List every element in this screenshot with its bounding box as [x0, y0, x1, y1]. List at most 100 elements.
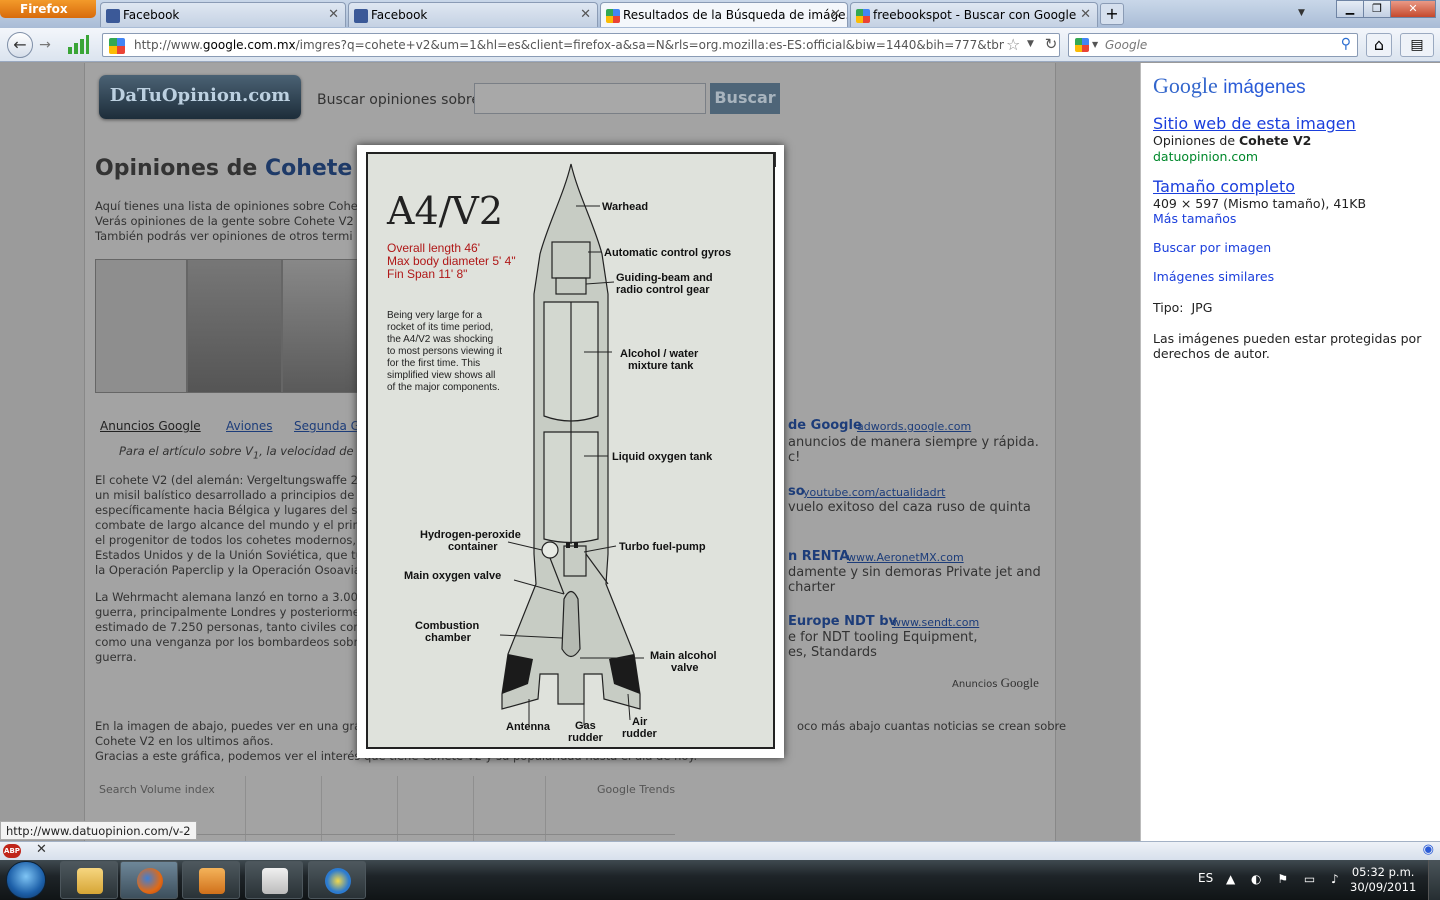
media-taskbar-button[interactable]	[182, 861, 240, 899]
paragraph-line: la Operación Paperclip y la Operación Os…	[95, 563, 368, 577]
description-line: of the major components.	[387, 382, 500, 393]
back-button[interactable]: ←	[7, 32, 33, 58]
clock[interactable]: 05:32 p.m. 30/09/2011	[1350, 865, 1416, 895]
label-alcohol-tank: mixture tank	[628, 360, 694, 372]
forward-button[interactable]: →	[35, 36, 55, 54]
chart-label: Google Trends	[597, 783, 676, 796]
grid-line	[545, 776, 546, 841]
similar-images-link[interactable]: Imágenes similares	[1153, 269, 1274, 284]
label-turbo: Turbo fuel-pump	[619, 541, 706, 553]
reload-icon[interactable]: ↻	[1041, 35, 1061, 55]
close-tab-icon[interactable]: ✕	[830, 7, 841, 22]
list-all-tabs-icon[interactable]: ▼	[1298, 8, 1305, 18]
chevron-down-icon[interactable]: ▼	[1092, 40, 1098, 49]
label-h2o2: container	[448, 541, 498, 553]
tab-freebookspot[interactable]: freebookspot - Buscar con Google ✕	[850, 2, 1098, 27]
label-gas-rudder: Gas	[575, 720, 596, 732]
language-indicator[interactable]: ES	[1198, 871, 1213, 885]
thumbnail-photo[interactable]	[282, 259, 358, 393]
search-bar[interactable]: ▼ Google ⚲	[1068, 33, 1358, 57]
status-url: http://www.datuopinion.com/v-2	[0, 821, 197, 840]
search-icon[interactable]: ⚲	[1341, 36, 1351, 52]
ad-url[interactable]: www.sendt.com	[892, 616, 979, 629]
aviones-link[interactable]: Aviones	[226, 419, 273, 433]
minimize-button[interactable]: ▁	[1336, 0, 1364, 18]
bookmark-star-icon[interactable]: ☆	[1006, 35, 1020, 54]
grid-line	[397, 776, 398, 841]
site-link[interactable]: Sitio web de esta imagen	[1153, 114, 1356, 133]
label-combustion: Combustion	[415, 620, 479, 632]
chart-label: Search Volume index	[99, 783, 215, 796]
url-text[interactable]: http://www.google.com.mx/imgres?q=cohete…	[134, 38, 1004, 52]
site-identity-icon[interactable]	[109, 38, 125, 54]
app-taskbar-button[interactable]	[308, 861, 366, 899]
search-engine-icon[interactable]	[1075, 38, 1089, 52]
description-line: rocket of its time period,	[387, 322, 493, 333]
facebook-icon	[354, 9, 368, 23]
home-button[interactable]: ⌂	[1366, 33, 1392, 57]
firefox-menu-button[interactable]: Firefox	[0, 0, 96, 18]
full-size-link[interactable]: Tamaño completo	[1153, 177, 1295, 196]
firefox-taskbar-button[interactable]	[120, 861, 178, 899]
label-oxygen-valve: Main oxygen valve	[404, 570, 501, 582]
ad-url[interactable]: adwords.google.com	[857, 420, 971, 433]
system-tray[interactable]: ▲ ◐ ⚑ ▭ ♪	[1226, 872, 1345, 886]
close-tab-icon[interactable]: ✕	[580, 7, 591, 22]
ad-title[interactable]: Europe NDT bv	[788, 614, 897, 629]
paragraph-line: oco más abajo cuantas noticias se crean …	[797, 719, 1067, 733]
thumbnail-photo[interactable]	[187, 259, 282, 393]
start-button[interactable]	[6, 861, 46, 899]
ad-title[interactable]: n RENTA	[788, 549, 849, 564]
addon-status-icon[interactable]: ◉	[1423, 842, 1434, 857]
label-alcohol-valve: valve	[671, 662, 699, 674]
google-images-logo[interactable]: Google imágenes	[1153, 73, 1306, 99]
ad-url[interactable]: www.AeronetMX.com	[847, 551, 964, 564]
editor-taskbar-button[interactable]	[245, 861, 303, 899]
buscar-button[interactable]: Buscar	[710, 83, 780, 114]
history-dropdown-icon[interactable]: ▼	[1027, 39, 1034, 49]
more-sizes-link[interactable]: Más tamaños	[1153, 211, 1236, 226]
explorer-taskbar-button[interactable]	[60, 861, 118, 899]
tab-label: Resultados de la Búsqueda de imáge...	[623, 8, 848, 22]
site-logo[interactable]: DaTuOpinion.com	[99, 75, 301, 119]
copyright-note: Las imágenes pueden estar protegidas por	[1153, 331, 1422, 346]
show-desktop-button[interactable]	[1428, 860, 1440, 900]
thumbnail-diagram[interactable]	[95, 259, 187, 393]
paragraph-line: combate de largo alcance del mundo y el …	[95, 518, 376, 532]
close-addon-bar-icon[interactable]: ✕	[36, 842, 47, 857]
close-tab-icon[interactable]: ✕	[1080, 7, 1091, 22]
address-bar[interactable]: http://www.google.com.mx/imgres?q=cohete…	[102, 33, 1060, 57]
title-bar: Firefox Facebook ✕ Facebook ✕ Resultados…	[0, 0, 1440, 28]
image-dimensions: 409 × 597 (Mismo tamaño), 41KB	[1153, 196, 1367, 211]
close-tab-icon[interactable]: ✕	[328, 7, 339, 22]
adblock-icon[interactable]: ABP	[3, 844, 21, 858]
search-by-image-link[interactable]: Buscar por imagen	[1153, 240, 1271, 255]
opinion-search-input[interactable]	[474, 83, 706, 114]
close-window-button[interactable]: ✕	[1390, 0, 1436, 18]
paragraph-line: un misil balístico desarrollado a princi…	[95, 488, 369, 502]
label-alcohol-valve: Main alcohol	[650, 650, 717, 662]
spec-line: Fin Span 11' 8"	[387, 267, 467, 281]
rocket-cutaway-image[interactable]: A4/V2 Overall length 46' Max body diamet…	[366, 152, 775, 749]
spec-line: Overall length 46'	[387, 241, 480, 255]
label-gas-rudder: rudder	[568, 732, 604, 744]
maximize-button[interactable]: ❐	[1363, 0, 1391, 18]
tab-image-results[interactable]: Resultados de la Búsqueda de imáge... ✕	[600, 2, 848, 27]
label-antenna: Antenna	[506, 721, 551, 733]
description-line: Being very large for a	[387, 310, 482, 321]
page-title: Opiniones de Cohete V	[95, 156, 377, 181]
bookmarks-button[interactable]: ▤	[1400, 33, 1434, 57]
tab-facebook-2[interactable]: Facebook ✕	[348, 2, 598, 27]
tab-facebook-1[interactable]: Facebook ✕	[100, 2, 346, 27]
signal-bars-icon[interactable]	[66, 35, 90, 55]
paragraph-line: Estados Unidos y de la Unión Soviética, …	[95, 548, 373, 562]
ad-url[interactable]: youtube.com/actualidadrt	[803, 486, 945, 499]
google-icon	[856, 9, 870, 23]
ad-title[interactable]: de Google	[788, 418, 862, 433]
quote: Para el artículo sobre V1, la velocidad …	[119, 444, 354, 462]
copyright-note: derechos de autor.	[1153, 346, 1270, 361]
paragraph-line: específicamente hacia Bélgica y lugares …	[95, 503, 372, 517]
ads-google-link[interactable]: Anuncios Google	[100, 419, 201, 433]
new-tab-button[interactable]: +	[1100, 3, 1124, 25]
ad-text: e for NDT tooling Equipment,	[788, 630, 978, 645]
